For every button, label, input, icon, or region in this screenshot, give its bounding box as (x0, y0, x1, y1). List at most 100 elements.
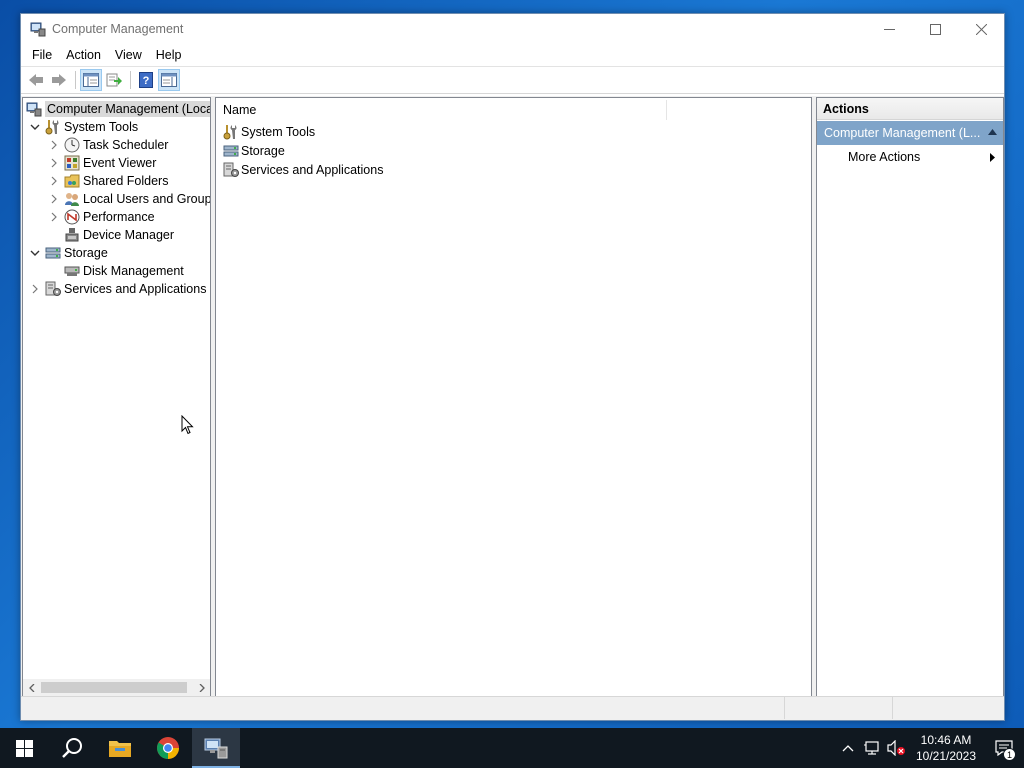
tree-item-label: Services and Applications (64, 282, 207, 296)
list-item-services-and-applications[interactable]: Services and Applications (216, 160, 811, 179)
tree-item-device-manager[interactable]: Device Manager (48, 226, 174, 244)
more-actions-item[interactable]: More Actions (817, 145, 1003, 169)
list-item-label: Services and Applications (241, 162, 384, 177)
window-title: Computer Management (52, 22, 184, 36)
collapsed-chevron-icon[interactable] (48, 175, 60, 187)
toolbar: ? (21, 66, 1004, 94)
start-button[interactable] (0, 728, 48, 768)
actions-section-computer-management[interactable]: Computer Management (L... (817, 121, 1003, 145)
status-segment (21, 697, 785, 719)
clock[interactable]: 10:46 AM 10/21/2023 (908, 732, 984, 764)
system-tools-icon (45, 120, 59, 135)
tree-item-disk-management[interactable]: Disk Management (48, 262, 184, 280)
expanded-chevron-icon[interactable] (29, 121, 41, 133)
minimize-button[interactable] (866, 14, 912, 44)
computer-management-taskbar-button[interactable] (192, 728, 240, 768)
tree-item-label: Local Users and Groups (83, 192, 211, 206)
tree-item-shared-folders[interactable]: Shared Folders (48, 172, 168, 190)
forward-button[interactable] (48, 69, 70, 91)
help-icon: ? (139, 72, 153, 88)
column-header-name[interactable]: Name (216, 98, 666, 122)
export-list-button[interactable] (103, 69, 125, 91)
status-bar (21, 696, 1004, 720)
performance-icon (64, 209, 80, 225)
event-viewer-icon (64, 155, 80, 171)
tree-item-event-viewer[interactable]: Event Viewer (48, 154, 156, 172)
export-list-icon (106, 73, 122, 87)
tree-item-label: Device Manager (83, 228, 175, 242)
status-segment (785, 697, 893, 719)
submenu-arrow-icon (990, 153, 995, 162)
tree-item-label: Disk Management (83, 264, 184, 278)
show-hidden-icons-button[interactable] (836, 728, 860, 768)
help-button[interactable]: ? (135, 69, 157, 91)
volume-button[interactable] (884, 728, 908, 768)
scroll-thumb[interactable] (41, 682, 187, 693)
search-button[interactable] (48, 728, 96, 768)
list-item-label: Storage (241, 143, 285, 158)
tree-item-local-users-and-groups[interactable]: Local Users and Groups (48, 190, 211, 208)
column-divider[interactable] (666, 100, 667, 120)
computer-management-icon (30, 22, 46, 37)
users-icon (65, 193, 79, 206)
close-button[interactable] (958, 14, 1004, 44)
search-icon (62, 738, 82, 758)
tree-item-label: Storage (64, 246, 108, 260)
mouse-cursor-icon (181, 415, 194, 435)
device-manager-icon (65, 228, 79, 242)
title-bar[interactable]: Computer Management (21, 14, 1004, 44)
show-hide-console-tree-button[interactable] (80, 69, 102, 91)
actions-header: Actions (817, 98, 1003, 120)
tree-item-computer-management[interactable]: Computer Management (Local (26, 100, 210, 118)
chrome-icon (157, 737, 179, 759)
show-hide-action-pane-button[interactable] (158, 69, 180, 91)
tree-item-performance[interactable]: Performance (48, 208, 155, 226)
tree-item-label: Performance (83, 210, 155, 224)
services-icon (45, 281, 61, 296)
clock-date: 10/21/2023 (915, 749, 977, 763)
collapsed-chevron-icon[interactable] (48, 211, 60, 223)
collapsed-chevron-icon[interactable] (48, 193, 60, 205)
scroll-left-icon (28, 683, 34, 692)
collapsed-chevron-icon[interactable] (48, 139, 60, 151)
tree-item-storage[interactable]: Storage (29, 244, 108, 262)
start-icon (15, 739, 33, 757)
list-item-system-tools[interactable]: System Tools (216, 122, 811, 141)
console-tree[interactable]: Computer Management (Local System Tools … (22, 97, 211, 697)
maximize-button[interactable] (912, 14, 958, 44)
scroll-right-button[interactable] (193, 679, 210, 696)
tree-item-services-and-applications[interactable]: Services and Applications (29, 280, 206, 298)
list-item-storage[interactable]: Storage (216, 141, 811, 160)
collapsed-chevron-icon[interactable] (29, 283, 41, 295)
shared-folders-icon (64, 174, 80, 188)
back-button[interactable] (25, 69, 47, 91)
file-explorer-icon (109, 741, 131, 757)
tree-item-task-scheduler[interactable]: Task Scheduler (48, 136, 168, 154)
disk-icon (64, 266, 80, 276)
forward-arrow-icon (52, 74, 66, 86)
storage-icon (45, 247, 61, 259)
results-pane: Name System Tools Storage Services and A… (215, 97, 812, 697)
tree-item-label: Task Scheduler (83, 138, 169, 152)
expanded-chevron-icon[interactable] (29, 247, 41, 259)
system-tray: 10:46 AM 10/21/2023 1 (836, 728, 1024, 768)
scroll-left-button[interactable] (23, 679, 40, 696)
panes-container: Computer Management (Local System Tools … (21, 96, 1004, 697)
close-icon (975, 23, 987, 35)
clock-time: 10:46 AM (920, 733, 972, 747)
services-icon (223, 162, 239, 177)
tree-item-system-tools[interactable]: System Tools (29, 118, 138, 136)
file-explorer-button[interactable] (96, 728, 144, 768)
horizontal-scrollbar[interactable] (23, 679, 210, 696)
menu-action[interactable]: Action (59, 44, 108, 66)
menu-file[interactable]: File (25, 44, 59, 66)
network-button[interactable] (860, 728, 884, 768)
menu-help[interactable]: Help (149, 44, 189, 66)
action-center-button[interactable]: 1 (984, 728, 1024, 768)
menu-view[interactable]: View (108, 44, 149, 66)
chrome-button[interactable] (144, 728, 192, 768)
notification-count-badge: 1 (1003, 748, 1016, 761)
collapsed-chevron-icon[interactable] (48, 157, 60, 169)
show-hide-action-pane-icon (161, 73, 177, 87)
collapse-up-icon[interactable] (988, 129, 997, 135)
